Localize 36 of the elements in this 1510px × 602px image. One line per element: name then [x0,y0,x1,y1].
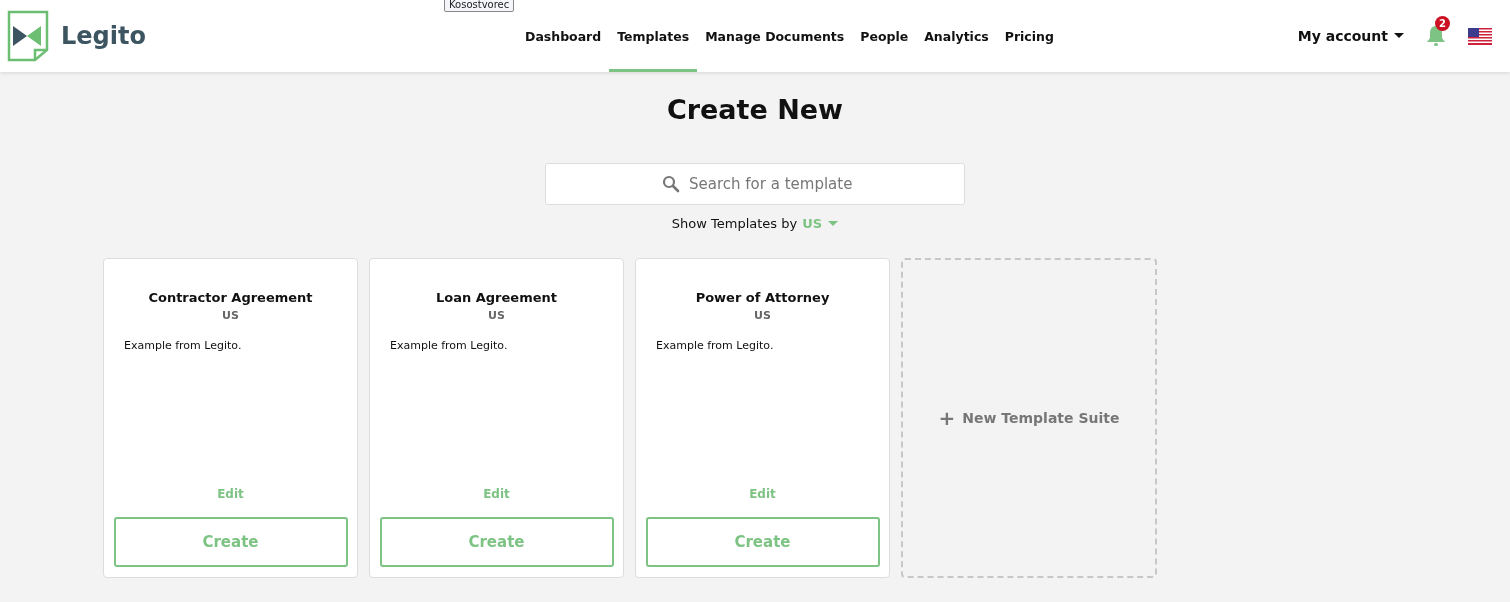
card-region: US [222,309,239,322]
edit-link[interactable]: Edit [483,487,510,501]
us-flag-icon[interactable] [1468,27,1492,45]
new-template-suite-card[interactable]: + New Template Suite [901,258,1157,578]
card-description: Example from Legito. [390,339,509,352]
logo-text: Legito [61,22,146,50]
card-title: Power of Attorney [695,290,830,305]
create-button[interactable]: Create [645,517,880,567]
notification-badge: 2 [1435,16,1450,31]
nav-link[interactable]: Pricing [996,0,1062,72]
card-title: Contractor Agreement [148,290,313,305]
tooltip: Kosostvorec [444,0,515,12]
caret-icon [828,220,839,227]
logo-icon [7,10,49,62]
bell-icon[interactable] [1426,25,1446,47]
filter-label: Show Templates by [671,216,798,231]
nav-link[interactable]: Dashboard [517,0,610,72]
nav-link[interactable]: Analytics [916,0,997,72]
card-title: Loan Agreement [436,290,557,305]
nav-link[interactable]: Templates [609,0,698,72]
page-title: Create New [666,94,844,125]
create-button[interactable]: Create [379,517,614,567]
create-button[interactable]: Create [113,517,348,567]
card-description: Example from Legito. [656,339,775,352]
account-menu[interactable]: My account [1297,28,1404,44]
nav-link[interactable]: People [852,0,917,72]
card-description: Example from Legito. [124,339,243,352]
plus-icon: + [938,406,956,430]
card-region: US [754,309,771,322]
new-template-suite-label: New Template Suite [962,410,1120,426]
edit-link[interactable]: Edit [749,487,776,501]
search-field[interactable]: Search for a template [545,163,965,205]
card-region: US [488,309,505,322]
edit-link[interactable]: Edit [217,487,244,501]
nav-link[interactable]: Manage Documents [697,0,853,72]
caret-icon [1394,33,1404,39]
